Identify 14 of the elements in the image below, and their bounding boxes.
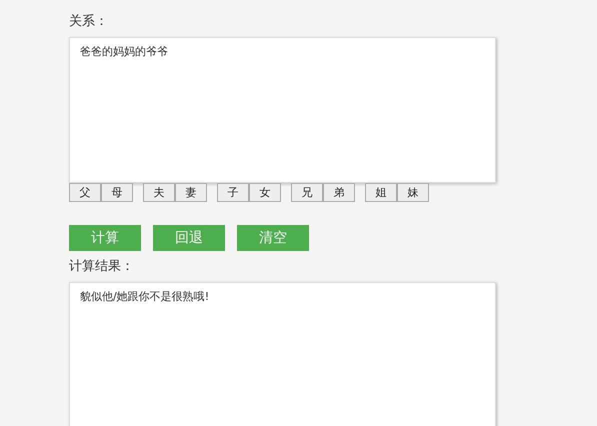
field-label: 计算结果：: [69, 258, 134, 276]
relation-button[interactable]: 姐: [365, 183, 397, 202]
relation-button[interactable]: 妻: [175, 183, 207, 202]
result-field: 貌似他/她跟你不是很熟哦!: [69, 282, 496, 426]
relation-button[interactable]: 妹: [397, 183, 429, 202]
relation-field[interactable]: 爸爸的妈妈的爷爷: [69, 37, 496, 183]
relation-button[interactable]: 母: [101, 183, 133, 202]
relation-button[interactable]: 女: [249, 183, 281, 202]
field-label: 关系：: [69, 13, 108, 31]
relation-button[interactable]: 夫: [143, 183, 175, 202]
relation-button[interactable]: 弟: [323, 183, 355, 202]
relation-button[interactable]: 子: [217, 183, 249, 202]
relation-button[interactable]: 兄: [291, 183, 323, 202]
relation-button[interactable]: 父: [69, 183, 101, 202]
